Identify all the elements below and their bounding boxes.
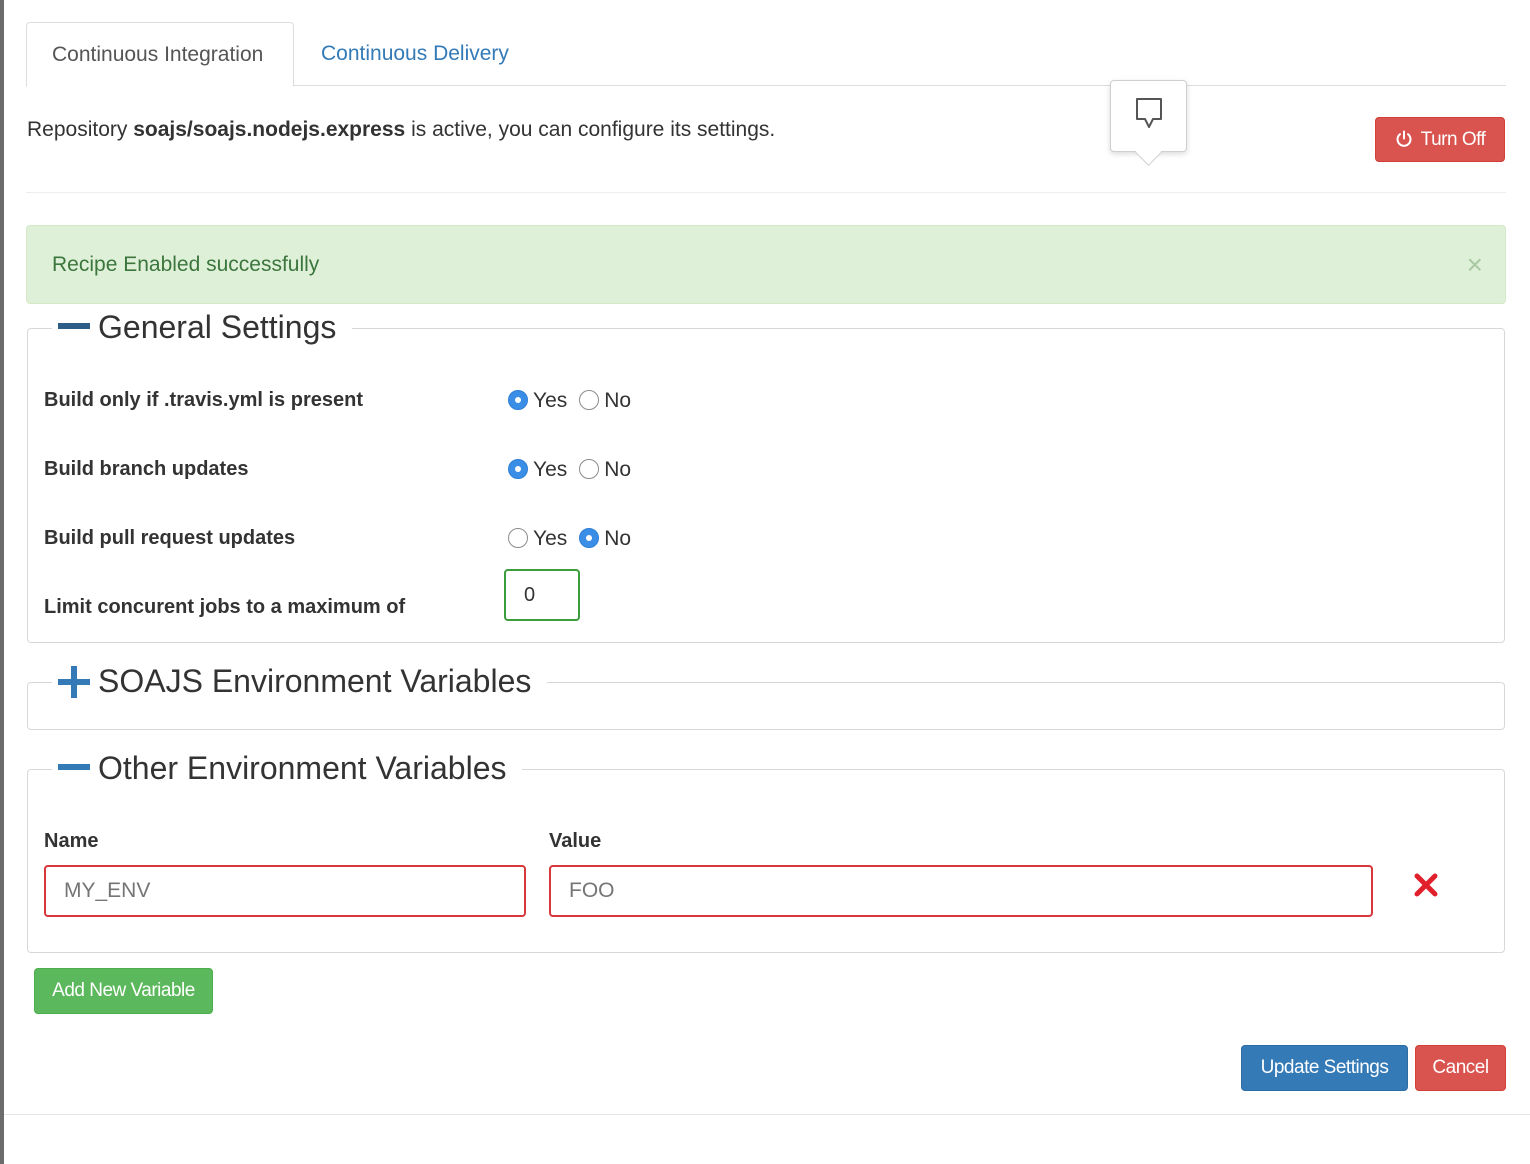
turn-off-label: Turn Off: [1420, 129, 1486, 150]
speech-bubble-icon: [1136, 98, 1162, 128]
alert-message: Recipe Enabled successfully: [52, 253, 320, 276]
expand-plus-icon[interactable]: [58, 661, 90, 701]
update-settings-button[interactable]: Update Settings: [1241, 1045, 1408, 1091]
general-settings-legend: General Settings: [52, 307, 353, 347]
env-name-input[interactable]: [44, 865, 526, 917]
other-env-legend: Other Environment Variables: [52, 748, 523, 788]
tab-continuous-integration[interactable]: Continuous Integration: [26, 22, 294, 87]
other-env-title: Other Environment Variables: [98, 750, 507, 786]
remove-variable-icon[interactable]: [1413, 872, 1439, 898]
soajs-env-fieldset: SOAJS Environment Variables: [27, 661, 1505, 730]
general-settings-fieldset: General Settings Build only if .travis.y…: [27, 307, 1505, 643]
branch-updates-no-radio[interactable]: [579, 459, 600, 479]
other-env-fieldset: Other Environment Variables Name Value: [27, 748, 1505, 953]
add-new-variable-button[interactable]: Add New Variable: [34, 968, 213, 1014]
travis-yml-label: Build only if .travis.yml is present: [44, 389, 363, 411]
pull-request-no-radio[interactable]: [579, 528, 600, 548]
travis-yml-no-radio[interactable]: [579, 390, 600, 410]
travis-yml-yes-radio[interactable]: [508, 390, 528, 410]
limit-jobs-input[interactable]: [504, 569, 580, 621]
pull-request-radio-group: Yes No: [508, 527, 643, 551]
tab-continuous-delivery[interactable]: Continuous Delivery: [296, 22, 534, 86]
radio-no-label: No: [604, 458, 632, 481]
divider: [26, 192, 1506, 193]
collapse-minus-icon[interactable]: [58, 307, 90, 347]
ci-cd-tabs: Continuous Integration Continuous Delive…: [26, 22, 1506, 87]
pull-request-updates-label: Build pull request updates: [44, 527, 296, 549]
general-settings-title: General Settings: [98, 309, 337, 345]
turn-off-button[interactable]: Turn Off: [1375, 117, 1505, 162]
repo-name: soajs/soajs.nodejs.express: [133, 118, 406, 141]
comment-tooltip[interactable]: [1110, 80, 1187, 152]
repository-status-text: Repository soajs/soajs.nodejs.express is…: [27, 118, 775, 142]
travis-yml-radio-group: Yes No: [508, 389, 643, 413]
env-name-label: Name: [44, 830, 99, 852]
pull-request-yes-radio[interactable]: [508, 528, 528, 548]
cancel-button[interactable]: Cancel: [1415, 1045, 1506, 1091]
success-alert: Recipe Enabled successfully ×: [26, 225, 1506, 304]
alert-close-icon[interactable]: ×: [1467, 226, 1483, 303]
branch-updates-yes-radio[interactable]: [508, 459, 528, 479]
env-value-input[interactable]: [549, 865, 1373, 917]
radio-yes-label: Yes: [533, 458, 568, 481]
radio-yes-label: Yes: [533, 389, 568, 412]
modal-left-edge: [0, 0, 4, 1164]
power-icon: [1396, 130, 1412, 147]
branch-updates-radio-group: Yes No: [508, 458, 643, 482]
limit-jobs-label: Limit concurent jobs to a maximum of: [44, 596, 406, 618]
radio-no-label: No: [604, 389, 632, 412]
branch-updates-label: Build branch updates: [44, 458, 249, 480]
soajs-env-title: SOAJS Environment Variables: [98, 663, 532, 699]
modal-footer-divider: [4, 1114, 1530, 1115]
env-value-label: Value: [549, 830, 602, 852]
soajs-env-legend: SOAJS Environment Variables: [52, 661, 548, 701]
radio-no-label: No: [604, 527, 632, 550]
radio-yes-label: Yes: [533, 527, 568, 550]
collapse-minus-icon[interactable]: [58, 748, 90, 788]
repo-prefix: Repository: [27, 118, 128, 141]
repo-suffix: is active, you can configure its setting…: [411, 118, 776, 141]
